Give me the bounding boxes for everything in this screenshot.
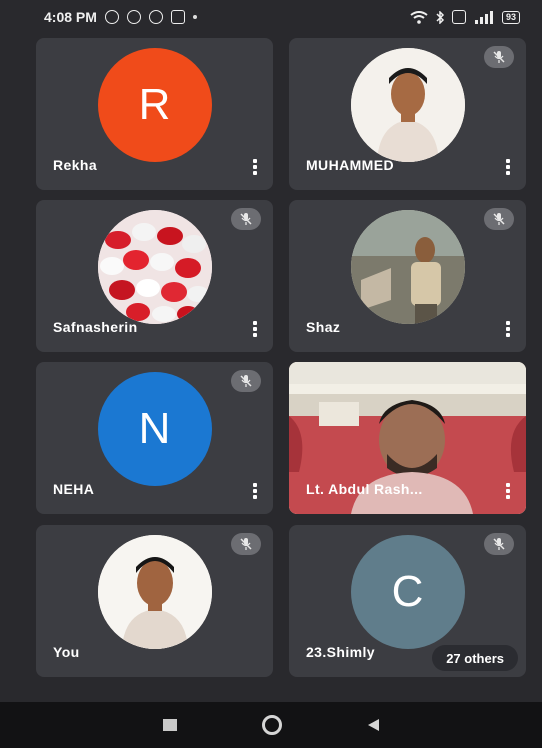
bluetooth-icon — [436, 10, 445, 24]
wifi-icon — [410, 10, 428, 24]
participant-name: Lt. Abdul Rash... — [306, 481, 423, 497]
status-time: 4:08 PM — [44, 9, 97, 25]
participant-name: Rekha — [53, 157, 98, 173]
others-count-button[interactable]: 27 others — [432, 645, 518, 671]
more-notifications-icon — [192, 15, 197, 19]
notification-icon — [104, 10, 119, 24]
avatar-letter: R — [138, 80, 171, 129]
meet-icon — [170, 10, 185, 24]
mic-off-icon — [231, 533, 261, 555]
participant-tile[interactable]: Shaz — [289, 200, 526, 352]
android-nav-bar — [0, 702, 542, 748]
battery-indicator: 93 — [501, 10, 520, 24]
self-tile[interactable]: You — [36, 525, 273, 677]
data-saver-icon — [451, 10, 466, 24]
participant-tile[interactable]: MUHAMMED — [289, 38, 526, 190]
more-options-icon[interactable] — [253, 159, 257, 175]
avatar-photo — [97, 535, 212, 649]
status-bar: 4:08 PM 93 — [0, 0, 542, 34]
signal-icon — [474, 10, 493, 24]
more-options-icon[interactable] — [506, 321, 510, 337]
avatar: C — [350, 535, 465, 649]
back-icon[interactable] — [368, 719, 380, 731]
participant-tile[interactable]: C 23.Shimly 27 others — [289, 525, 526, 677]
avatar-letter: C — [391, 567, 424, 616]
avatar-letter: N — [138, 404, 171, 453]
mic-off-icon — [484, 46, 514, 68]
avatar-photo — [350, 48, 465, 162]
app-icon — [148, 10, 163, 24]
participant-name: Shaz — [306, 319, 341, 335]
mic-off-icon — [484, 533, 514, 555]
participant-name: Safnasherin — [53, 319, 138, 335]
participant-tile[interactable]: N NEHA — [36, 362, 273, 514]
mic-off-icon — [484, 208, 514, 230]
avatar: R — [97, 48, 212, 162]
participant-tile[interactable]: R Rekha — [36, 38, 273, 190]
recents-icon[interactable] — [162, 719, 177, 731]
participant-name: You — [53, 644, 80, 660]
meeting-screen: 4:08 PM 93 R Rekha MUHAMMED Safnasherin … — [0, 0, 542, 748]
more-options-icon[interactable] — [506, 159, 510, 175]
home-icon[interactable] — [262, 715, 283, 735]
mic-off-icon — [231, 370, 261, 392]
participant-name: MUHAMMED — [306, 157, 394, 173]
avatar-photo — [350, 210, 465, 324]
more-options-icon[interactable] — [253, 483, 257, 499]
mic-off-icon — [231, 208, 261, 230]
more-options-icon[interactable] — [253, 321, 257, 337]
avatar: N — [97, 372, 212, 486]
status-right: 93 — [410, 10, 520, 24]
participant-tile[interactable]: Safnasherin — [36, 200, 273, 352]
status-left: 4:08 PM — [44, 9, 197, 25]
participant-video-tile[interactable]: Lt. Abdul Rash... — [289, 362, 526, 514]
participant-name: NEHA — [53, 481, 95, 497]
more-options-icon[interactable] — [506, 483, 510, 499]
avatar-photo — [97, 210, 212, 324]
participant-name: 23.Shimly — [306, 644, 375, 660]
whatsapp-icon — [126, 10, 141, 24]
